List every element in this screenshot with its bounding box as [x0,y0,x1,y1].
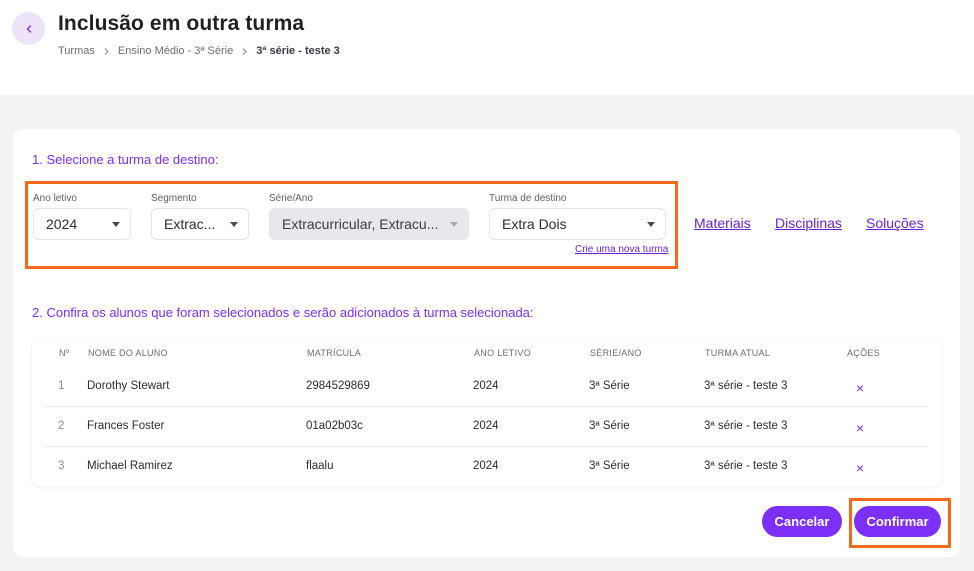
row-number: 3 [58,460,65,472]
table-row: 3 Michael Ramirez flaalu 2024 3ª Série 3… [45,447,927,487]
chevron-right-icon [241,47,248,56]
field-label: Ano letivo [33,193,77,204]
field-label: Turma de destino [489,193,567,204]
student-serie: 3ª Série [589,420,630,432]
segmento-select[interactable]: Extrac... [151,208,249,240]
field-label: Série/Ano [269,193,313,204]
caret-down-icon [230,221,238,227]
caret-down-icon [647,221,655,227]
breadcrumb: Turmas Ensino Médio - 3ª Série 3ª série … [58,45,340,57]
solucoes-link[interactable]: Soluções [866,215,924,231]
select-value: 2024 [46,216,78,232]
student-ano: 2024 [473,460,499,472]
table-row: 1 Dorothy Stewart 2984529869 2024 3ª Sér… [45,367,927,407]
student-serie: 3ª Série [589,460,630,472]
disciplinas-link[interactable]: Disciplinas [775,215,842,231]
column-header: TURMA ATUAL [705,348,771,358]
column-header: SÉRIE/ANO [590,348,642,358]
close-icon[interactable]: × [856,460,864,476]
student-turma: 3ª série - teste 3 [704,420,788,432]
chevron-right-icon [103,47,110,56]
field-ano-letivo: Ano letivo 2024 [33,193,131,240]
cancel-button[interactable]: Cancelar [762,506,842,537]
student-turma: 3ª série - teste 3 [704,460,788,472]
student-turma: 3ª série - teste 3 [704,380,788,392]
column-header: AÇÕES [847,348,881,358]
student-matricula: 01a02b03c [306,420,363,432]
ano-letivo-select[interactable]: 2024 [33,208,131,240]
page-title: Inclusão em outra turma [58,12,305,35]
close-icon[interactable]: × [856,380,864,396]
student-matricula: flaalu [306,460,334,472]
turma-destino-select[interactable]: Extra Dois [489,208,666,240]
field-segmento: Segmento Extrac... [151,193,249,240]
confirm-button[interactable]: Confirmar [854,506,941,537]
student-ano: 2024 [473,420,499,432]
table-row: 2 Frances Foster 01a02b03c 2024 3ª Série… [45,407,927,447]
table-header: Nº NOME DO ALUNO MATRÍCULA ANO LETIVO SÉ… [32,339,941,367]
breadcrumb-item-turmas[interactable]: Turmas [58,45,95,57]
field-serie-ano: Série/Ano Extracurricular, Extracu... [269,193,469,240]
student-name: Frances Foster [87,420,165,432]
section-title-destination: 1. Selecione a turma de destino: [32,152,219,167]
students-table: Nº NOME DO ALUNO MATRÍCULA ANO LETIVO SÉ… [32,339,941,486]
caret-down-icon [450,221,458,227]
field-turma-destino: Turma de destino Extra Dois [489,193,666,240]
column-header: Nº [59,348,70,358]
student-ano: 2024 [473,380,499,392]
chevron-left-icon [26,24,31,33]
close-icon[interactable]: × [856,420,864,436]
student-serie: 3ª Série [589,380,630,392]
create-new-class-link[interactable]: Crie uma nova turma [575,244,668,255]
student-name: Dorothy Stewart [87,380,170,392]
select-value: Extra Dois [502,216,567,232]
student-matricula: 2984529869 [306,380,370,392]
select-value: Extracurricular, Extracu... [282,216,439,232]
breadcrumb-item-segment[interactable]: Ensino Médio - 3ª Série [118,45,233,57]
select-value: Extrac... [164,216,216,232]
back-button[interactable] [12,12,45,45]
caret-down-icon [112,221,120,227]
row-number: 1 [58,380,65,392]
serie-ano-select[interactable]: Extracurricular, Extracu... [269,208,469,240]
materiais-link[interactable]: Materiais [694,215,751,231]
student-name: Michael Ramirez [87,460,173,472]
breadcrumb-item-current: 3ª série - teste 3 [256,45,340,57]
page-header: Inclusão em outra turma Turmas Ensino Mé… [0,0,974,95]
row-number: 2 [58,420,65,432]
column-header: NOME DO ALUNO [88,348,168,358]
section-title-students: 2. Confira os alunos que foram seleciona… [32,305,534,320]
column-header: ANO LETIVO [474,348,532,358]
destination-filters-highlight: Ano letivo 2024 Segmento Extrac... Série… [25,181,678,269]
column-header: MATRÍCULA [307,348,362,358]
field-label: Segmento [151,193,197,204]
main-card: 1. Selecione a turma de destino: Ano let… [13,129,960,557]
